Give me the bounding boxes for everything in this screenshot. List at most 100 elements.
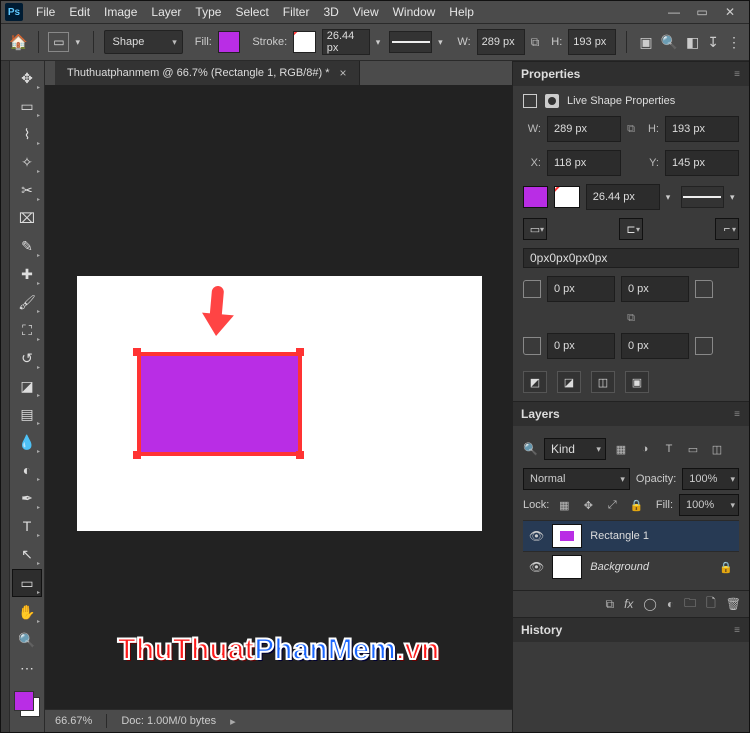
window-minimize[interactable]: — bbox=[667, 5, 681, 19]
transform-handle[interactable] bbox=[296, 348, 304, 356]
shape-mode-select[interactable]: Shape bbox=[104, 30, 183, 54]
tool-preset-dropdown-icon[interactable]: ▾ bbox=[75, 38, 82, 47]
prop-w-field[interactable]: 289 px bbox=[547, 116, 621, 142]
lock-artboard-icon[interactable]: ⤢ bbox=[603, 497, 621, 513]
prop-fill-swatch[interactable] bbox=[523, 186, 548, 208]
tool-history[interactable]: ↺▸ bbox=[13, 345, 41, 371]
tool-zoom[interactable]: 🔍 bbox=[13, 627, 41, 653]
link-wh-props-icon[interactable]: ⧉ bbox=[627, 123, 635, 136]
stroke-caps-select[interactable]: ⊏ bbox=[619, 218, 643, 240]
layer-item[interactable]: 👁 Rectangle 1 bbox=[523, 520, 739, 551]
tool-healing[interactable]: ✚▸ bbox=[13, 261, 41, 287]
new-layer-icon[interactable]: 🗋 bbox=[706, 594, 716, 615]
menu-select[interactable]: Select bbox=[235, 5, 268, 19]
layer-item[interactable]: 👁 Background 🔒 bbox=[523, 551, 739, 582]
link-corners-icon[interactable]: ⧉ bbox=[627, 312, 635, 324]
menu-filter[interactable]: Filter bbox=[283, 5, 310, 19]
visibility-icon[interactable]: 👁 bbox=[529, 560, 544, 574]
status-expand-icon[interactable]: ▸ bbox=[230, 715, 236, 728]
prop-stroke-width[interactable]: 26.44 px bbox=[586, 184, 660, 210]
tool-rectangle[interactable]: ▭▸ bbox=[12, 569, 42, 597]
tool-eraser[interactable]: ◪▸ bbox=[13, 373, 41, 399]
canvas-area[interactable]: ThuThuatPhanMem.vn bbox=[45, 86, 512, 709]
panel-menu-icon[interactable]: ≡ bbox=[734, 69, 741, 80]
tool-gradient[interactable]: ▤▸ bbox=[13, 401, 41, 427]
menu-type[interactable]: Type bbox=[195, 5, 221, 19]
layer-name[interactable]: Rectangle 1 bbox=[590, 530, 649, 542]
corner-br-field[interactable]: 0 px bbox=[621, 333, 689, 359]
lock-position-icon[interactable]: ✥ bbox=[579, 497, 597, 513]
shape-rectangle[interactable] bbox=[137, 352, 302, 456]
opacity-field[interactable]: 100% bbox=[682, 468, 739, 490]
lock-pixels-icon[interactable]: ▦ bbox=[555, 497, 573, 513]
menu-window[interactable]: Window bbox=[393, 5, 436, 19]
blend-mode-select[interactable]: Normal bbox=[523, 468, 630, 490]
tool-blur[interactable]: 💧▸ bbox=[13, 429, 41, 455]
pathop-intersect[interactable]: ◫ bbox=[591, 371, 615, 393]
collapse-strip-left[interactable] bbox=[1, 61, 10, 732]
pathop-subtract[interactable]: ◪ bbox=[557, 371, 581, 393]
window-close[interactable]: ✕ bbox=[723, 5, 737, 19]
chevron-down-icon[interactable]: ▾ bbox=[730, 193, 739, 202]
tool-lasso[interactable]: ⌇▸ bbox=[13, 121, 41, 147]
transform-handle[interactable] bbox=[133, 348, 141, 356]
filter-pixels-icon[interactable]: ▦ bbox=[612, 441, 630, 457]
chevron-down-icon[interactable]: ▾ bbox=[666, 193, 675, 202]
tool-type[interactable]: T▸ bbox=[13, 513, 41, 539]
prop-stroke-style[interactable] bbox=[681, 186, 724, 208]
link-wh-icon[interactable]: ⧉ bbox=[531, 35, 540, 50]
layer-name[interactable]: Background bbox=[590, 561, 649, 573]
delete-layer-icon[interactable]: 🗑 bbox=[726, 597, 741, 611]
tool-more[interactable]: ⋯ bbox=[13, 655, 41, 681]
corner-tl-field[interactable]: 0 px bbox=[547, 276, 615, 302]
visibility-icon[interactable]: 👁 bbox=[529, 529, 544, 543]
corner-tr-field[interactable]: 0 px bbox=[621, 276, 689, 302]
tool-eyedropper[interactable]: ✎▸ bbox=[13, 233, 41, 259]
transform-handle[interactable] bbox=[133, 451, 141, 459]
tool-dodge[interactable]: ◐▸ bbox=[13, 457, 41, 483]
prop-stroke-swatch[interactable] bbox=[554, 186, 579, 208]
window-maximize[interactable]: ▭ bbox=[695, 5, 709, 19]
tool-hand[interactable]: ✋▸ bbox=[13, 599, 41, 625]
menu-file[interactable]: File bbox=[36, 5, 55, 19]
tool-brush[interactable]: 🖌▸ bbox=[13, 289, 41, 315]
align-edges-icon[interactable]: 🔍 bbox=[661, 34, 678, 51]
tool-marquee[interactable]: ▭▸ bbox=[13, 93, 41, 119]
status-doc[interactable]: Doc: 1.00M/0 bytes bbox=[121, 715, 216, 727]
document-tab[interactable]: Thuthuatphanmem @ 66.7% (Rectangle 1, RG… bbox=[55, 61, 360, 85]
home-icon[interactable]: 🏠 bbox=[9, 33, 28, 51]
fill-swatch[interactable] bbox=[218, 31, 241, 53]
arrange-icon[interactable]: ◧ bbox=[686, 34, 699, 51]
stroke-style-preview[interactable] bbox=[389, 31, 432, 53]
stroke-align-select[interactable]: ▭ bbox=[523, 218, 547, 240]
filter-adjust-icon[interactable]: ◑ bbox=[636, 441, 654, 457]
layer-thumbnail[interactable] bbox=[552, 524, 582, 548]
layer-filter-kind[interactable]: Kind bbox=[544, 438, 606, 460]
status-zoom[interactable]: 66.67% bbox=[55, 715, 92, 727]
pathop-combine[interactable]: ◩ bbox=[523, 371, 547, 393]
tool-stamp[interactable]: ⛶▸ bbox=[13, 317, 41, 343]
tool-preset-swatch[interactable]: ▭ bbox=[48, 32, 69, 52]
menu-view[interactable]: View bbox=[353, 5, 379, 19]
prop-x-field[interactable]: 118 px bbox=[547, 150, 621, 176]
adjustment-icon[interactable]: ◐ bbox=[667, 597, 674, 611]
menu-help[interactable]: Help bbox=[449, 5, 474, 19]
filter-type-icon[interactable]: T bbox=[660, 441, 678, 457]
gear-icon[interactable]: ↧ bbox=[707, 34, 719, 51]
pathop-exclude[interactable]: ▣ bbox=[625, 371, 649, 393]
tool-pen[interactable]: ✒▸ bbox=[13, 485, 41, 511]
fg-color-swatch[interactable] bbox=[14, 691, 34, 711]
tool-path-select[interactable]: ↖▸ bbox=[13, 541, 41, 567]
corner-bl-field[interactable]: 0 px bbox=[547, 333, 615, 359]
panel-menu-icon[interactable]: ≡ bbox=[734, 625, 741, 636]
layer-thumbnail[interactable] bbox=[552, 555, 582, 579]
menu-edit[interactable]: Edit bbox=[69, 5, 90, 19]
prop-h-field[interactable]: 193 px bbox=[665, 116, 739, 142]
stroke-style-dropdown-icon[interactable]: ▾ bbox=[438, 38, 445, 47]
w-field[interactable]: 289 px bbox=[477, 29, 525, 55]
fill-opacity-field[interactable]: 100% bbox=[679, 494, 739, 516]
prop-y-field[interactable]: 145 px bbox=[665, 150, 739, 176]
add-mask-icon[interactable]: ◯ bbox=[643, 597, 656, 611]
filter-smart-icon[interactable]: ◫ bbox=[708, 441, 726, 457]
stroke-corner-select[interactable]: ⌐ bbox=[715, 218, 739, 240]
